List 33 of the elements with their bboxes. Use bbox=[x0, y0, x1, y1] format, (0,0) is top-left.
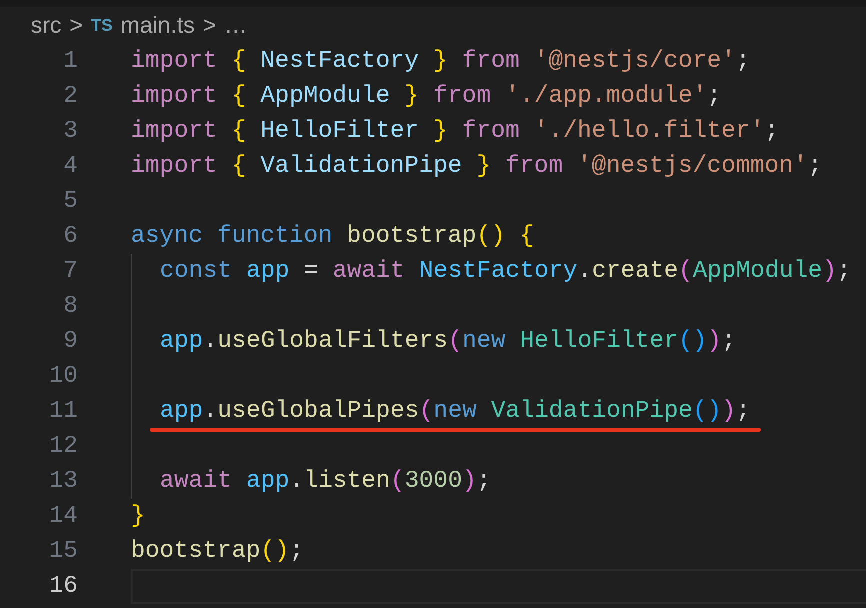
code-line: import { ValidationPipe } from '@nestjs/common'; bbox=[131, 153, 822, 180]
breadcrumb-more[interactable]: … bbox=[224, 8, 248, 43]
line-number: 15 bbox=[48, 537, 78, 567]
breadcrumb-item[interactable]: main.ts bbox=[120, 8, 195, 43]
line-number: 8 bbox=[62, 292, 78, 322]
line-number: 13 bbox=[48, 467, 78, 497]
breadcrumb-item[interactable]: src bbox=[31, 8, 62, 43]
typescript-file-icon: TS bbox=[91, 12, 113, 38]
line-number: 2 bbox=[62, 82, 78, 112]
line-number: 3 bbox=[62, 117, 78, 147]
code-line: app.useGlobalFilters(new HelloFilter()); bbox=[160, 328, 736, 355]
line-number: 14 bbox=[48, 502, 78, 532]
line-number: 11 bbox=[48, 397, 78, 427]
line-number: 12 bbox=[48, 432, 78, 462]
line-number: 16 bbox=[48, 572, 78, 602]
line-number: 9 bbox=[62, 327, 78, 357]
code-line: import { AppModule } from './app.module'; bbox=[131, 83, 722, 110]
code-line: await app.listen(3000); bbox=[160, 468, 492, 495]
line-number: 1 bbox=[62, 47, 78, 77]
line-number: 6 bbox=[62, 222, 78, 252]
line-number: 7 bbox=[62, 257, 78, 287]
code-line: import { HelloFilter } from './hello.filter'; bbox=[131, 118, 780, 145]
breadcrumb-separator: > bbox=[70, 11, 84, 40]
breadcrumb-separator: > bbox=[202, 11, 216, 40]
code-line: bootstrap(); bbox=[131, 538, 304, 565]
code-line: app.useGlobalPipes(new ValidationPipe()); bbox=[160, 398, 751, 425]
code-line: const app = await NestFactory.create(AppModule); bbox=[160, 258, 852, 285]
code-line: } bbox=[131, 503, 146, 530]
line-number: 10 bbox=[48, 362, 78, 392]
code-line: async function bootstrap() { bbox=[131, 223, 534, 250]
code-line: import { NestFactory } from '@nestjs/core'; bbox=[131, 48, 750, 75]
line-number: 4 bbox=[62, 152, 78, 182]
line-number: 5 bbox=[62, 187, 78, 217]
